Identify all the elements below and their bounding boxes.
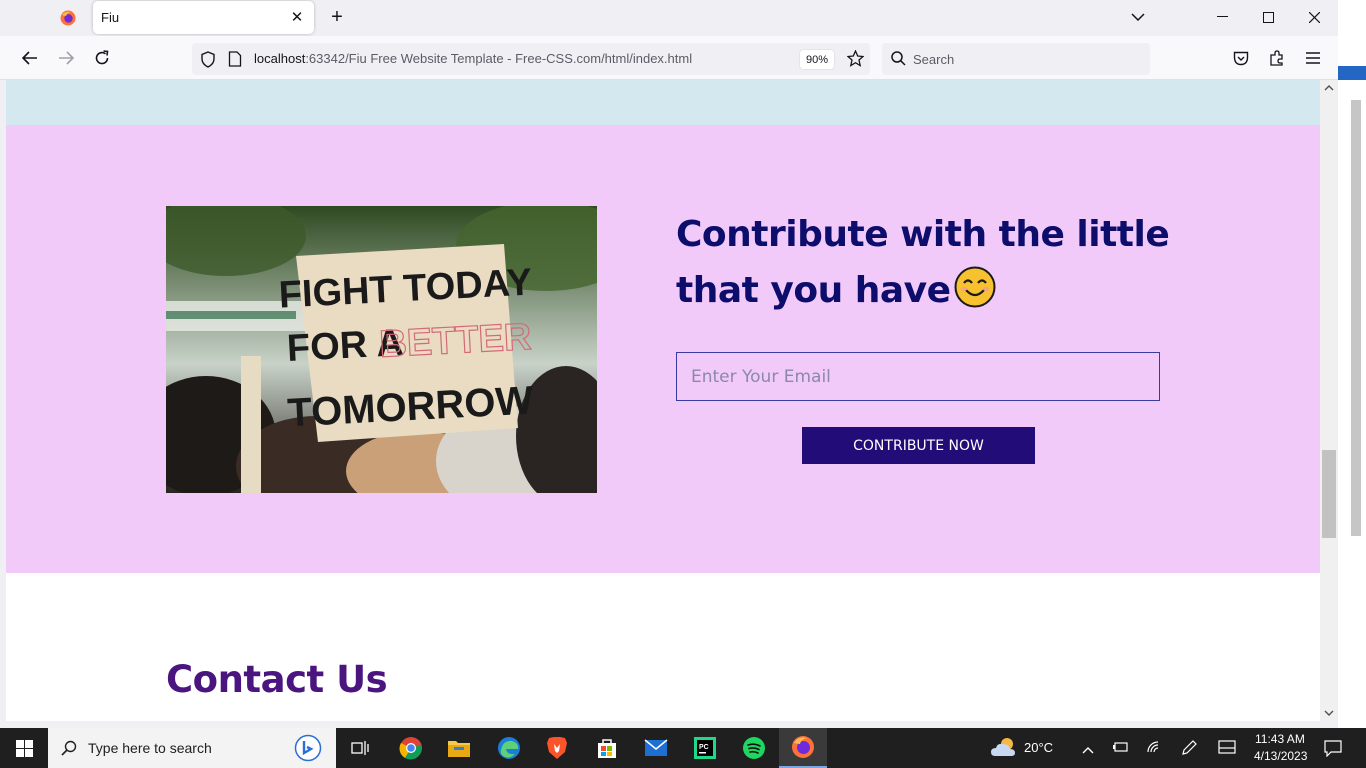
close-window-icon[interactable] xyxy=(1291,0,1337,34)
firefox-icon[interactable] xyxy=(779,728,827,768)
forward-icon[interactable] xyxy=(52,44,80,72)
heading-line-1: Contribute with the little xyxy=(676,214,1170,255)
chevron-down-icon[interactable] xyxy=(1126,6,1150,28)
pocket-icon[interactable] xyxy=(1227,44,1255,72)
battery-icon[interactable] xyxy=(1112,740,1130,759)
tab-fiu[interactable]: Fiu ✕ xyxy=(93,1,314,34)
file-explorer-icon[interactable] xyxy=(435,728,483,768)
url-host: localhost xyxy=(254,51,306,66)
back-icon[interactable] xyxy=(16,44,44,72)
task-view-icon[interactable] xyxy=(336,728,384,768)
background-window-edge xyxy=(1338,0,1366,728)
contribute-now-button[interactable]: CONTRIBUTE NOW xyxy=(802,427,1035,464)
new-tab-icon[interactable]: + xyxy=(324,4,350,30)
weather-temperature[interactable]: 20°C xyxy=(1024,740,1053,755)
search-bar[interactable]: Search xyxy=(882,43,1150,75)
url-bar[interactable]: localhost:63342/Fiu Free Website Templat… xyxy=(192,43,870,75)
menu-icon[interactable] xyxy=(1299,44,1327,72)
reload-icon[interactable] xyxy=(88,44,116,72)
chrome-icon[interactable] xyxy=(387,728,435,768)
clock-date[interactable]: 4/13/2023 xyxy=(1254,749,1307,763)
firefox-view-icon[interactable] xyxy=(52,4,84,32)
keyboard-layout-icon[interactable] xyxy=(1218,740,1236,759)
scroll-down-icon[interactable] xyxy=(1323,707,1335,719)
scroll-up-icon[interactable] xyxy=(1323,82,1335,94)
page-icon[interactable] xyxy=(228,51,242,72)
taskbar: Type here to search PC 20°C 11:43 AM 4/1… xyxy=(0,728,1366,768)
minimize-icon[interactable] xyxy=(1199,0,1245,34)
tab-strip: Fiu ✕ + xyxy=(0,0,1338,36)
bookmark-star-icon[interactable] xyxy=(846,49,865,72)
maximize-icon[interactable] xyxy=(1245,0,1291,34)
notification-icon[interactable] xyxy=(1324,739,1342,762)
tab-title: Fiu xyxy=(101,10,120,25)
svg-text:PC: PC xyxy=(699,744,709,751)
search-icon xyxy=(891,51,906,71)
close-tab-icon[interactable]: ✕ xyxy=(288,8,306,26)
extensions-icon[interactable] xyxy=(1263,44,1291,72)
protest-photo: FIGHT TODAY FOR A BETTER TOMORROW xyxy=(166,206,597,493)
search-placeholder: Search xyxy=(913,52,955,67)
mail-icon[interactable] xyxy=(632,728,680,768)
page-viewport: FIGHT TODAY FOR A BETTER TOMORROW Contri… xyxy=(6,80,1320,721)
url-text[interactable]: localhost:63342/Fiu Free Website Templat… xyxy=(254,51,692,66)
bing-icon[interactable] xyxy=(294,734,322,767)
edge-icon[interactable] xyxy=(485,728,533,768)
chevron-up-icon[interactable] xyxy=(1082,741,1094,759)
email-field[interactable] xyxy=(676,352,1160,401)
brave-icon[interactable] xyxy=(533,728,581,768)
pycharm-icon[interactable]: PC xyxy=(681,728,729,768)
shield-icon[interactable] xyxy=(200,51,216,73)
heading-line-2: that you have xyxy=(676,270,951,311)
wifi-icon[interactable] xyxy=(1146,740,1162,759)
background-window-bar xyxy=(1338,66,1366,80)
contact-us-heading: Contact Us xyxy=(166,658,388,701)
taskbar-search-placeholder: Type here to search xyxy=(88,740,212,756)
pen-icon[interactable] xyxy=(1180,739,1198,762)
navigation-toolbar: localhost:63342/Fiu Free Website Templat… xyxy=(0,36,1338,80)
spotify-icon[interactable] xyxy=(730,728,778,768)
scroll-thumb[interactable] xyxy=(1322,450,1336,538)
taskbar-search[interactable]: Type here to search xyxy=(48,728,336,768)
weather-cloud-icon[interactable] xyxy=(990,736,1018,763)
background-window-scrollbar xyxy=(1351,100,1361,536)
url-path: :63342/Fiu Free Website Template - Free-… xyxy=(305,51,693,66)
windows-start-icon[interactable] xyxy=(0,728,48,768)
page-scrollbar[interactable] xyxy=(1320,80,1338,721)
previous-section-band xyxy=(6,80,1320,125)
search-icon xyxy=(61,740,77,761)
smiling-face-icon xyxy=(954,266,996,325)
microsoft-store-icon[interactable] xyxy=(583,728,631,768)
clock-time[interactable]: 11:43 AM xyxy=(1255,732,1305,746)
zoom-badge[interactable]: 90% xyxy=(800,50,835,69)
contribute-heading: Contribute with the little that you have xyxy=(676,207,1196,325)
sign-line-3: BETTER xyxy=(378,316,532,366)
